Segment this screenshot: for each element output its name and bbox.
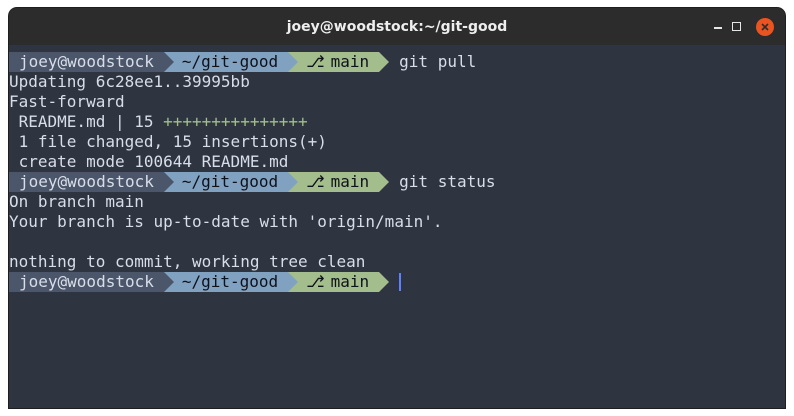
prompt-branch: ⎇ main bbox=[288, 172, 390, 192]
prompt-branch: ⎇ main bbox=[288, 52, 390, 72]
output-line: create mode 100644 README.md bbox=[9, 152, 785, 172]
prompt-user-host: joey@woodstock bbox=[9, 52, 174, 72]
window-title: joey@woodstock:~/git-good bbox=[286, 18, 508, 35]
command-text: git pull bbox=[399, 52, 477, 71]
prompt-branch-name: main bbox=[330, 52, 370, 71]
output-line: Your branch is up-to-date with 'origin/m… bbox=[9, 212, 785, 232]
diffstat-text: README.md | 15 bbox=[9, 112, 164, 131]
title-bar[interactable]: joey@woodstock:~/git-good bbox=[9, 8, 785, 45]
minimize-icon bbox=[714, 27, 722, 29]
command-text: git status bbox=[399, 172, 496, 191]
prompt-line: joey@woodstock ~/git-good ⎇ main git status bbox=[9, 172, 785, 192]
prompt-user-host: joey@woodstock bbox=[9, 172, 174, 192]
close-button[interactable] bbox=[753, 8, 777, 45]
output-text: Your branch is up-to-date with 'origin/m… bbox=[9, 212, 443, 231]
output-text: 1 file changed, 15 insertions(+) bbox=[9, 132, 327, 151]
output-line: 1 file changed, 15 insertions(+) bbox=[9, 132, 785, 152]
output-text: Fast-forward bbox=[9, 92, 125, 111]
diffstat-insertions: +++++++++++++++ bbox=[163, 112, 308, 131]
git-branch-icon: ⎇ bbox=[306, 272, 325, 291]
git-branch-icon: ⎇ bbox=[306, 52, 325, 71]
maximize-icon bbox=[731, 22, 741, 31]
prompt-directory: ~/git-good bbox=[163, 272, 299, 292]
prompt-directory: ~/git-good bbox=[163, 52, 299, 72]
prompt-line: joey@woodstock ~/git-good ⎇ main git pull bbox=[9, 52, 785, 72]
output-text: On branch main bbox=[9, 192, 144, 211]
prompt-user-host: joey@woodstock bbox=[9, 272, 174, 292]
terminal-window: joey@woodstock:~/git-good joey@woodstock… bbox=[9, 8, 785, 408]
output-line: On branch main bbox=[9, 192, 785, 212]
prompt-directory: ~/git-good bbox=[163, 172, 299, 192]
prompt-line: joey@woodstock ~/git-good ⎇ main bbox=[9, 272, 785, 292]
diffstat-line: README.md | 15 +++++++++++++++ bbox=[9, 112, 785, 132]
text-cursor[interactable] bbox=[399, 273, 402, 291]
terminal-output[interactable]: joey@woodstock ~/git-good ⎇ main git pull Upd… bbox=[9, 45, 785, 292]
prompt-branch-name: main bbox=[330, 172, 370, 191]
output-text: nothing to commit, working tree clean bbox=[9, 252, 366, 271]
prompt-branch-name: main bbox=[330, 272, 370, 291]
git-branch-icon: ⎇ bbox=[306, 172, 325, 191]
output-text: Updating 6c28ee1..39995bb bbox=[9, 72, 250, 91]
close-icon bbox=[756, 17, 774, 36]
output-text: create mode 100644 README.md bbox=[9, 152, 289, 171]
maximize-button[interactable] bbox=[724, 8, 748, 45]
output-line: nothing to commit, working tree clean bbox=[9, 252, 785, 272]
output-line: Updating 6c28ee1..39995bb bbox=[9, 72, 785, 92]
prompt-branch: ⎇ main bbox=[288, 272, 390, 292]
output-line: Fast-forward bbox=[9, 92, 785, 112]
